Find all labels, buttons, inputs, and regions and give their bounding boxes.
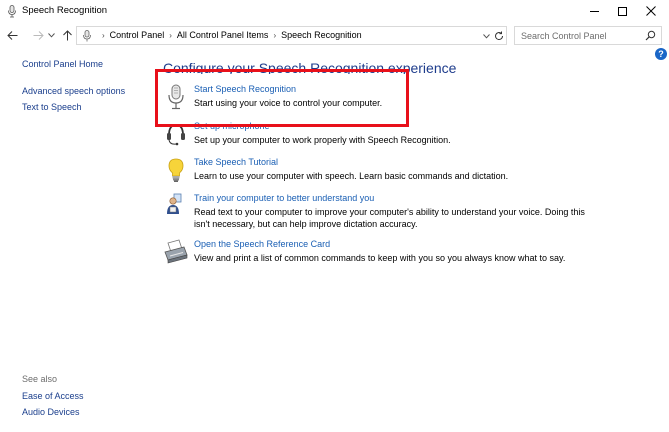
- see-also-ease-of-access[interactable]: Ease of Access: [22, 391, 84, 401]
- sidebar-item-text-to-speech[interactable]: Text to Speech: [22, 102, 82, 112]
- sidebar-item-advanced-speech-options[interactable]: Advanced speech options: [22, 86, 125, 96]
- maximize-icon: [617, 6, 627, 16]
- sidebar-control-panel-home[interactable]: Control Panel Home: [22, 59, 103, 69]
- address-bar[interactable]: › Control Panel › All Control Panel Item…: [76, 26, 507, 45]
- see-also-label: See also: [22, 374, 58, 384]
- close-button[interactable]: [636, 0, 666, 22]
- refresh-button[interactable]: [493, 29, 505, 43]
- chevron-down-icon: [482, 33, 490, 39]
- task-description: Set up your computer to work properly wi…: [194, 135, 451, 145]
- breadcrumb: › Control Panel › All Control Panel Item…: [97, 30, 362, 40]
- up-button[interactable]: [60, 26, 74, 44]
- search-input[interactable]: [521, 30, 641, 42]
- task-description: View and print a list of common commands…: [194, 253, 566, 263]
- search-icon[interactable]: [645, 30, 656, 41]
- breadcrumb-all-items[interactable]: All Control Panel Items: [177, 30, 269, 40]
- breadcrumb-separator-icon: ›: [169, 30, 172, 40]
- title-bar: Speech Recognition: [0, 0, 669, 22]
- take-speech-tutorial-link[interactable]: Take Speech Tutorial: [194, 157, 278, 167]
- minimize-icon: [589, 10, 599, 12]
- search-box[interactable]: [514, 26, 662, 45]
- lightbulb-icon: [168, 158, 184, 182]
- back-button[interactable]: [5, 26, 19, 44]
- help-icon[interactable]: ?: [655, 48, 667, 60]
- forward-button[interactable]: [31, 26, 45, 44]
- close-icon: [646, 6, 656, 16]
- printer-icon: [164, 239, 188, 264]
- task-description: Read text to your computer to improve yo…: [194, 207, 585, 217]
- navigation-bar: › Control Panel › All Control Panel Item…: [0, 24, 669, 46]
- breadcrumb-control-panel[interactable]: Control Panel: [110, 30, 165, 40]
- arrow-up-icon: [62, 29, 72, 40]
- train-computer-link[interactable]: Train your computer to better understand…: [194, 193, 374, 203]
- open-speech-reference-card-link[interactable]: Open the Speech Reference Card: [194, 239, 330, 249]
- arrow-left-icon: [6, 30, 17, 40]
- control-panel-microphone-icon: [83, 30, 91, 42]
- task-description: isn't necessary, but can help improve di…: [194, 219, 418, 229]
- person-training-icon: [167, 193, 182, 214]
- breadcrumb-speech-recognition[interactable]: Speech Recognition: [281, 30, 362, 40]
- breadcrumb-separator-icon: ›: [102, 30, 105, 40]
- task-description: Learn to use your computer with speech. …: [194, 171, 509, 181]
- refresh-icon: [495, 31, 504, 41]
- recent-locations-button[interactable]: [46, 26, 56, 44]
- breadcrumb-separator-icon: ›: [273, 30, 277, 40]
- microphone-icon: [8, 5, 16, 18]
- maximize-button[interactable]: [607, 0, 637, 22]
- arrow-right-icon: [33, 30, 44, 40]
- address-dropdown-button[interactable]: [481, 29, 491, 43]
- highlight-box: [155, 69, 409, 127]
- window-title: Speech Recognition: [22, 5, 108, 16]
- minimize-button[interactable]: [579, 0, 609, 22]
- see-also-audio-devices[interactable]: Audio Devices: [22, 407, 80, 417]
- chevron-down-icon: [47, 32, 55, 38]
